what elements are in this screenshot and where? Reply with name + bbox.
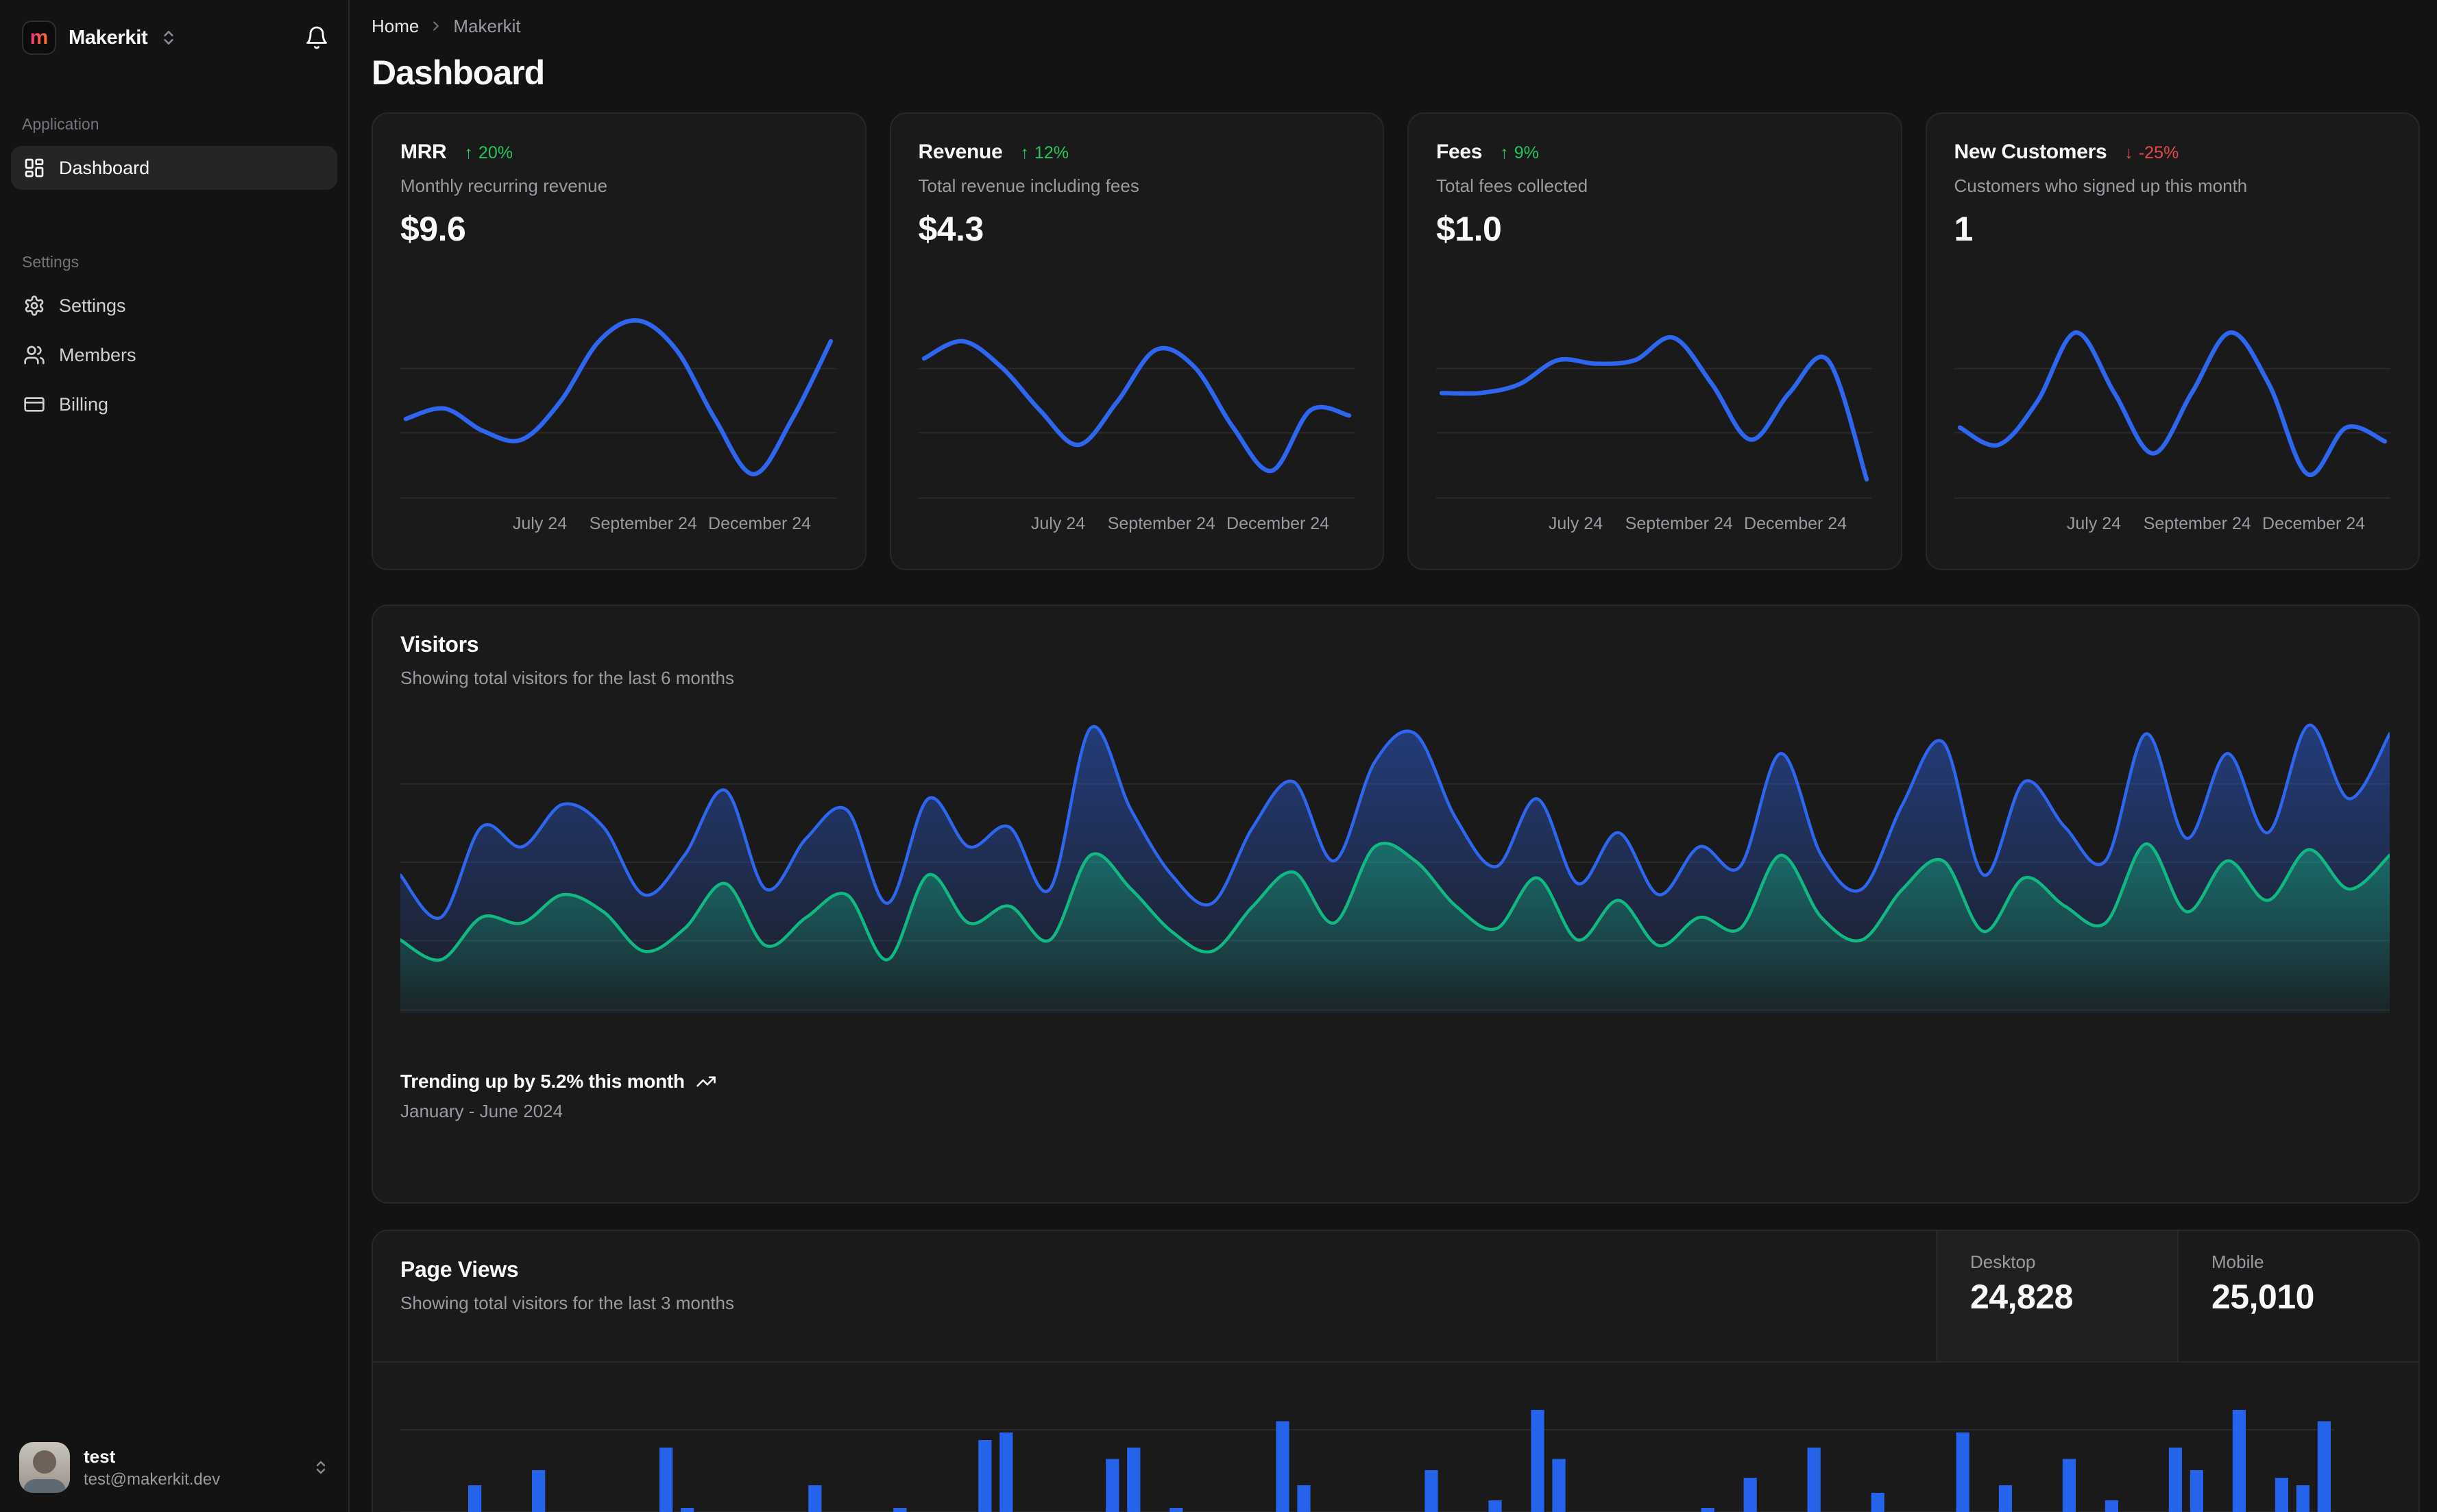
visitors-subtitle: Showing total visitors for the last 6 mo… xyxy=(400,668,735,688)
stat-card-revenue: Revenue ↑ 12% Total revenue including fe… xyxy=(889,112,1384,570)
user-menu[interactable]: test test@makerkit.dev xyxy=(0,1426,348,1512)
svg-text:July 24: July 24 xyxy=(2066,514,2120,533)
fees-sparkline-chart: July 24 September 24 December 24 xyxy=(1436,334,1872,533)
visitors-area-chart xyxy=(400,723,2390,1013)
mrr-sparkline-chart: July 24 September 24 December 24 xyxy=(400,318,836,533)
user-name: test xyxy=(84,1446,116,1467)
app-window: m Makerkit Application Dashboard Setting… xyxy=(0,0,2437,1512)
page-views-subtitle: Showing total visitors for the last 3 mo… xyxy=(400,1293,735,1313)
stat-cards-row: MRR ↑ 20% Monthly recurring revenue $9.6… xyxy=(372,112,2420,570)
svg-text:December 24: December 24 xyxy=(1226,514,1329,533)
svg-text:July 24: July 24 xyxy=(513,514,567,533)
page-views-title: Page Views xyxy=(400,1257,519,1282)
stat-card-new-customers: New Customers ↓ -25% Customers who signe… xyxy=(1925,112,2420,570)
stat-card-mrr: MRR ↑ 20% Monthly recurring revenue $9.6… xyxy=(372,112,866,570)
sidebar-item-label: Dashboard xyxy=(59,157,150,178)
visitors-card: Visitors Showing total visitors for the … xyxy=(372,605,2420,1204)
credit-card-icon xyxy=(23,393,45,415)
svg-text:December 24: December 24 xyxy=(1744,514,1847,533)
chevrons-up-down-icon[interactable] xyxy=(160,29,178,47)
sidebar-item-dashboard[interactable]: Dashboard xyxy=(11,146,337,190)
stat-subtitle: Monthly recurring revenue xyxy=(400,175,608,196)
sidebar-item-billing[interactable]: Billing xyxy=(11,382,337,426)
sidebar: m Makerkit Application Dashboard Setting… xyxy=(0,0,350,1512)
svg-text:September 24: September 24 xyxy=(590,514,697,533)
dashboard-icon xyxy=(23,157,45,179)
breadcrumb-current: Makerkit xyxy=(453,15,521,36)
svg-text:December 24: December 24 xyxy=(708,514,811,533)
visitors-footer: Trending up by 5.2% this month January -… xyxy=(400,1071,2391,1122)
user-email: test@makerkit.dev xyxy=(84,1470,221,1489)
revenue-sparkline-chart: July 24 September 24 December 24 xyxy=(918,339,1355,533)
sidebar-item-label: Billing xyxy=(59,393,109,415)
page-title: Dashboard xyxy=(372,53,545,92)
trend-badge: ↓ -25% xyxy=(2124,143,2179,162)
customers-sparkline-chart: July 24 September 24 December 24 xyxy=(1954,330,2390,533)
chevrons-up-down-icon[interactable] xyxy=(313,1459,329,1476)
main-content: Home Makerkit Dashboard MRR ↑ 20% Monthl… xyxy=(350,0,2437,1512)
sidebar-item-label: Members xyxy=(59,344,136,365)
trend-badge: ↑ 9% xyxy=(1500,143,1539,162)
stat-value: $1.0 xyxy=(1436,210,1502,248)
svg-text:December 24: December 24 xyxy=(2262,514,2365,533)
stat-title: Revenue xyxy=(918,141,1003,163)
svg-text:September 24: September 24 xyxy=(1107,514,1215,533)
section-label-application: Application xyxy=(22,115,99,133)
arrow-up-icon: ↑ xyxy=(464,143,473,162)
stat-title: MRR xyxy=(400,141,447,163)
breadcrumb-home[interactable]: Home xyxy=(372,16,419,37)
pageviews-toggle-mobile[interactable]: Mobile 25,010 xyxy=(2177,1231,2418,1361)
pageviews-toggle-desktop[interactable]: Desktop 24,828 xyxy=(1936,1231,2177,1361)
bell-icon[interactable] xyxy=(304,25,329,50)
page-views-header: Page Views Showing total visitors for th… xyxy=(373,1231,2418,1363)
workspace-name: Makerkit xyxy=(69,26,148,49)
stat-title: New Customers xyxy=(1954,141,2107,163)
stat-card-fees: Fees ↑ 9% Total fees collected $1.0 July… xyxy=(1407,112,1902,570)
visitors-trend-text: Trending up by 5.2% this month xyxy=(400,1071,685,1092)
visitors-period: January - June 2024 xyxy=(400,1101,563,1121)
page-views-card: Page Views Showing total visitors for th… xyxy=(372,1230,2420,1512)
stat-subtitle: Total revenue including fees xyxy=(918,175,1139,196)
stat-title: Fees xyxy=(1436,141,1483,163)
makerkit-logo: m xyxy=(22,21,56,55)
workspace-selector[interactable]: m Makerkit xyxy=(0,0,348,55)
avatar xyxy=(19,1442,70,1493)
page-views-toggles: Desktop 24,828 Mobile 25,010 xyxy=(1936,1231,2418,1361)
arrow-down-icon: ↓ xyxy=(2124,143,2133,162)
arrow-up-icon: ↑ xyxy=(1500,143,1509,162)
gear-icon xyxy=(23,295,45,317)
svg-text:July 24: July 24 xyxy=(1030,514,1084,533)
sidebar-item-settings[interactable]: Settings xyxy=(11,284,337,328)
sidebar-item-label: Settings xyxy=(59,295,126,316)
trending-up-icon xyxy=(696,1071,716,1092)
stat-subtitle: Customers who signed up this month xyxy=(1954,175,2248,196)
arrow-up-icon: ↑ xyxy=(1020,143,1029,162)
stat-subtitle: Total fees collected xyxy=(1436,175,1588,196)
stat-value: $9.6 xyxy=(400,210,466,248)
breadcrumb: Home Makerkit xyxy=(372,14,2420,38)
stat-value: 1 xyxy=(1954,210,1974,248)
trend-badge: ↑ 20% xyxy=(464,143,513,162)
page-views-bar-chart xyxy=(400,1410,2335,1512)
svg-text:September 24: September 24 xyxy=(1625,514,1733,533)
svg-text:September 24: September 24 xyxy=(2143,514,2251,533)
section-label-settings: Settings xyxy=(22,253,80,271)
chevron-right-icon xyxy=(428,19,444,34)
visitors-title: Visitors xyxy=(400,632,479,657)
stat-value: $4.3 xyxy=(918,210,984,248)
users-icon xyxy=(23,344,45,366)
trend-badge: ↑ 12% xyxy=(1020,143,1069,162)
sidebar-item-members[interactable]: Members xyxy=(11,333,337,377)
svg-text:July 24: July 24 xyxy=(1549,514,1603,533)
